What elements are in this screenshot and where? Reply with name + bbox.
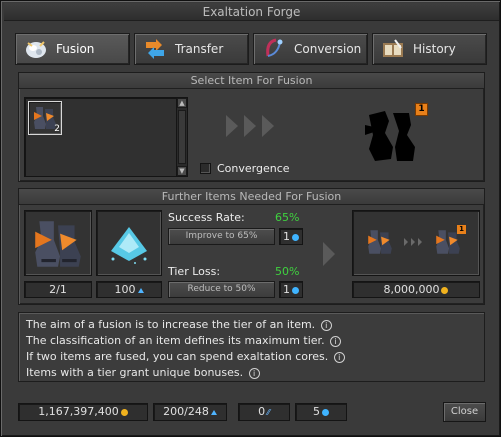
fusion-icon [24, 37, 48, 61]
tab-transfer[interactable]: Transfer [134, 33, 249, 65]
tab-bar: Fusion Transfer Conversion History [15, 33, 487, 65]
info-line-text: Items with a tier grant unique bonuses. [26, 366, 244, 379]
tier-loss-label: Tier Loss: [168, 265, 221, 278]
dust-small-icon [137, 287, 144, 293]
gold-coin-icon [441, 286, 449, 294]
info-icon[interactable]: i [333, 351, 345, 363]
improve-success-button[interactable]: Improve to 65% [168, 228, 275, 245]
exaltation-forge-window: Exaltation Forge Fusion Transfer Convers… [0, 0, 501, 437]
result-tier-badge: 1 [457, 225, 466, 234]
reduce-cost: 1 [279, 281, 303, 298]
dust-amount-display: 100 [96, 281, 162, 298]
exaltation-core-icon [292, 233, 299, 241]
fusion-price: 8,000,000 [352, 281, 480, 298]
list-item[interactable]: 2 [28, 101, 62, 135]
convergence-checkbox[interactable] [200, 163, 211, 174]
info-line-text: The aim of a fusion is to increase the t… [26, 318, 316, 331]
conversion-icon [262, 37, 286, 61]
sliver-balance: 0 ⁄⁄ [238, 403, 290, 421]
exaltation-core-icon [322, 408, 329, 416]
tab-history[interactable]: History [372, 33, 487, 65]
exaltation-core-icon [292, 286, 299, 294]
tab-fusion[interactable]: Fusion [15, 33, 130, 65]
history-icon [381, 37, 405, 61]
scroll-up-icon[interactable]: ▲ [177, 98, 187, 108]
gold-balance: 1,167,397,400 [18, 403, 148, 421]
info-line: Items with a tier grant unique bonuses. … [26, 366, 484, 382]
reduce-cost-value: 1 [283, 283, 290, 296]
dust-balance-value: 200/248 [163, 405, 209, 418]
fusion-price-value: 8,000,000 [383, 283, 440, 296]
tab-conversion[interactable]: Conversion [253, 33, 368, 65]
required-item-slot[interactable] [24, 210, 92, 276]
info-line-text: If two items are fused, you can spend ex… [26, 350, 329, 363]
dust-small-icon [210, 409, 217, 415]
scroll-thumb[interactable] [178, 110, 186, 164]
item-list-scrollbar[interactable]: ▲ ▼ [176, 98, 187, 176]
select-item-heading: Select Item For Fusion [19, 73, 484, 89]
item-list: 2 ▲ ▼ [24, 97, 188, 177]
fusion-result-slot: 1 [352, 210, 480, 276]
tier-badge: 1 [415, 103, 428, 116]
boots-icon [29, 215, 87, 276]
close-button[interactable]: Close [443, 402, 486, 422]
window-title: Exaltation Forge [4, 3, 499, 21]
core-balance-value: 5 [313, 405, 320, 418]
info-icon[interactable]: i [330, 335, 342, 347]
transfer-icon [143, 37, 167, 61]
progress-arrows-icon [224, 113, 280, 142]
info-line-text: The classification of an item defines it… [26, 334, 325, 347]
tab-transfer-label: Transfer [175, 42, 224, 56]
success-rate-label: Success Rate: [168, 211, 245, 224]
dust-balance: 200/248 [153, 403, 227, 421]
select-item-panel: Select Item For Fusion 2 ▲ ▼ Convergence… [18, 72, 485, 182]
item-count-display: 2/1 [24, 281, 92, 298]
info-icon[interactable]: i [320, 319, 332, 331]
further-items-panel: Further Items Needed For Fusion 2/1 100 … [18, 188, 485, 305]
upgrade-arrows-icon [403, 237, 427, 250]
info-line: The classification of an item defines it… [26, 334, 484, 350]
dust-icon [105, 221, 153, 268]
tier-loss-value: 50% [275, 265, 300, 278]
scroll-down-icon[interactable]: ▼ [177, 166, 187, 176]
further-items-heading: Further Items Needed For Fusion [19, 189, 484, 205]
convergence-label: Convergence [217, 162, 290, 175]
info-icon[interactable]: i [248, 367, 260, 379]
reduce-tier-loss-button[interactable]: Reduce to 50% [168, 281, 275, 298]
sliver-icon: ⁄⁄ [267, 408, 270, 417]
tab-history-label: History [413, 42, 456, 56]
improve-cost: 1 [279, 228, 303, 245]
fusion-info-box: The aim of a fusion is to increase the t… [18, 312, 485, 382]
info-line: The aim of a fusion is to increase the t… [26, 318, 484, 334]
fusion-preview: 1 [363, 101, 429, 167]
gold-coin-icon [120, 408, 128, 416]
tab-conversion-label: Conversion [294, 42, 362, 56]
info-line: If two items are fused, you can spend ex… [26, 350, 484, 366]
item-count: 2 [54, 124, 60, 134]
boots-icon [365, 227, 395, 260]
core-balance: 5 [295, 403, 347, 421]
sliver-balance-value: 0 [258, 405, 266, 418]
improve-cost-value: 1 [283, 230, 290, 243]
arrow-right-icon [322, 241, 336, 270]
success-rate-value: 65% [275, 211, 300, 224]
dust-amount: 100 [114, 283, 136, 296]
dust-slot [96, 210, 162, 276]
gold-balance-value: 1,167,397,400 [38, 405, 119, 418]
tab-fusion-label: Fusion [56, 42, 95, 56]
